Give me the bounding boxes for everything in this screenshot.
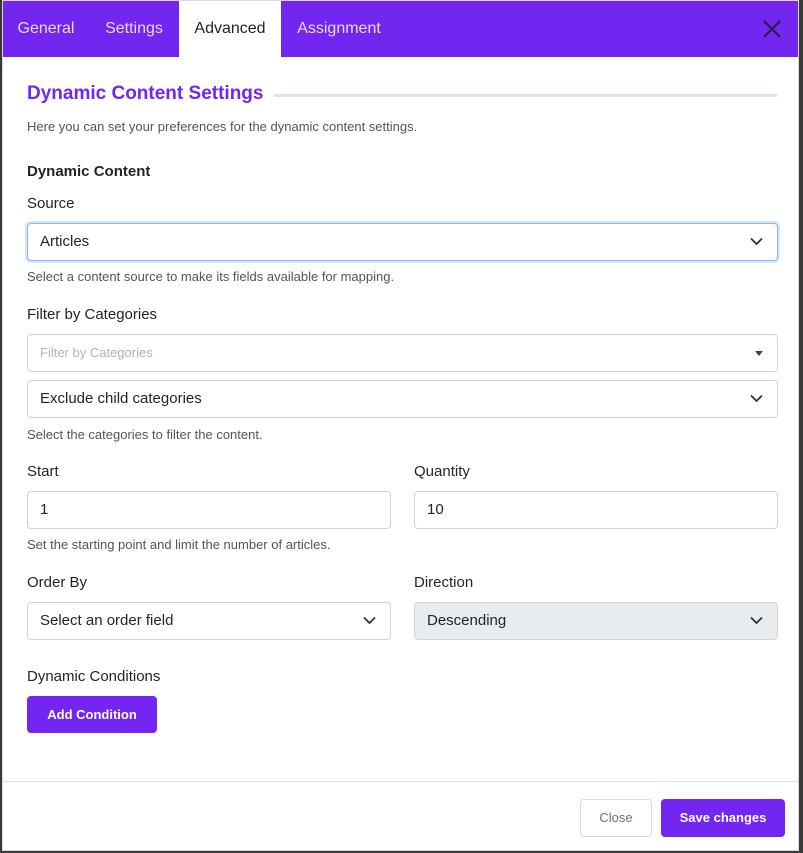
direction-label: Direction: [414, 574, 474, 591]
source-select-value: Articles: [40, 233, 90, 250]
dynamic-conditions-label: Dynamic Conditions: [27, 668, 161, 685]
tab-settings[interactable]: Settings: [89, 1, 179, 57]
source-select[interactable]: Articles: [27, 223, 778, 261]
start-value: 1: [40, 501, 49, 518]
tab-advanced[interactable]: Advanced: [179, 1, 281, 57]
direction-value: Descending: [427, 612, 507, 629]
save-changes-button[interactable]: Save changes: [661, 799, 785, 837]
filter-categories-select[interactable]: Filter by Categories: [27, 334, 778, 372]
order-by-label: Order By: [27, 574, 88, 591]
footer-divider: [3, 781, 798, 782]
quantity-label: Quantity: [414, 463, 470, 480]
quantity-value: 10: [427, 501, 444, 518]
tab-general[interactable]: General: [3, 1, 89, 57]
filter-help: Select the categories to filter the cont…: [27, 427, 263, 442]
child-categories-value: Exclude child categories: [40, 390, 202, 407]
close-icon[interactable]: [762, 19, 782, 39]
tab-assignment[interactable]: Assignment: [281, 1, 397, 57]
close-button[interactable]: Close: [580, 799, 652, 837]
chevron-down-icon: [363, 616, 376, 625]
settings-modal: General Settings Advanced Assignment Dyn…: [2, 0, 799, 851]
quantity-input[interactable]: 10: [414, 491, 778, 529]
modal-header: General Settings Advanced Assignment: [3, 1, 798, 57]
chevron-down-icon: [750, 237, 763, 246]
title-divider: [274, 94, 777, 97]
chevron-down-icon: [750, 394, 763, 403]
start-label: Start: [27, 463, 59, 480]
caret-down-icon: [755, 351, 763, 356]
source-help: Select a content source to make its fiel…: [27, 269, 395, 284]
add-condition-button[interactable]: Add Condition: [27, 696, 157, 733]
direction-select[interactable]: Descending: [414, 602, 778, 640]
section-title: Dynamic Content Settings: [27, 83, 264, 104]
filter-label: Filter by Categories: [27, 306, 158, 323]
range-help: Set the starting point and limit the num…: [27, 537, 331, 552]
order-by-select[interactable]: Select an order field: [27, 602, 391, 640]
section-intro: Here you can set your preferences for th…: [27, 119, 418, 134]
chevron-down-icon: [750, 616, 763, 625]
dynamic-content-heading: Dynamic Content: [27, 163, 151, 180]
order-by-value: Select an order field: [40, 612, 174, 629]
start-input[interactable]: 1: [27, 491, 391, 529]
source-label: Source: [27, 195, 75, 212]
filter-placeholder: Filter by Categories: [40, 345, 153, 360]
child-categories-select[interactable]: Exclude child categories: [27, 380, 778, 418]
